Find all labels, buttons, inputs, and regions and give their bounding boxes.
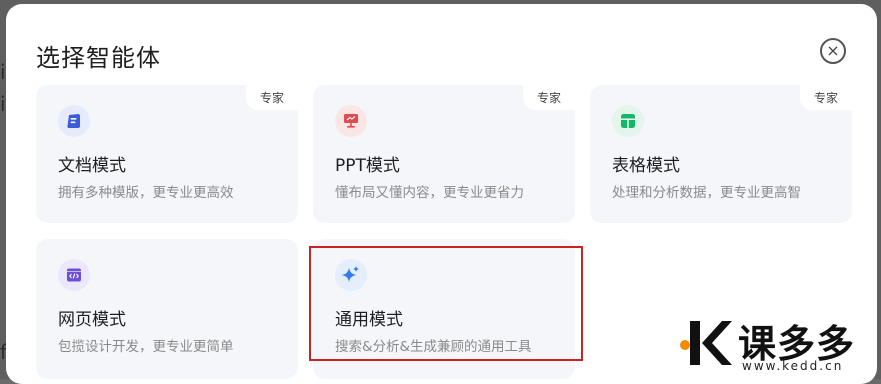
presentation-icon	[335, 105, 367, 137]
card-title: 表格模式	[612, 156, 680, 176]
close-icon: ×	[826, 41, 840, 60]
card-description: 拥有多种模版，更专业更高效	[58, 185, 234, 201]
table-icon	[612, 105, 644, 137]
expert-badge: 专家	[799, 85, 852, 110]
card-title: 网页模式	[58, 310, 126, 330]
card-description: 处理和分析数据，更专业更高智	[612, 185, 801, 201]
document-icon	[58, 105, 90, 137]
watermark-url: www.kedd.cn	[742, 359, 844, 373]
card-spreadsheet-mode[interactable]: 专家 表格模式 处理和分析数据，更专业更高智	[590, 85, 852, 223]
card-description: 包揽设计开发，更专业更简单	[58, 339, 234, 355]
webpage-code-icon	[58, 259, 90, 291]
background-text: i	[0, 92, 6, 116]
close-button[interactable]: ×	[820, 38, 846, 64]
card-webpage-mode[interactable]: 网页模式 包揽设计开发，更专业更简单	[36, 239, 298, 379]
brand-k-icon	[680, 321, 732, 365]
expert-badge: 专家	[245, 85, 298, 110]
watermark-logo: 课多多 www.kedd.cn	[680, 315, 876, 375]
expert-badge: 专家	[522, 85, 575, 110]
card-ppt-mode[interactable]: 专家 PPT模式 懂布局又懂内容，更专业更省力	[313, 85, 575, 223]
card-title: 文档模式	[58, 156, 126, 176]
dialog-title: 选择智能体	[36, 44, 161, 72]
card-description: 懂布局又懂内容，更专业更省力	[335, 185, 524, 201]
background-text: i	[0, 60, 6, 84]
card-title: PPT模式	[335, 156, 400, 176]
selection-highlight	[309, 246, 583, 361]
card-document-mode[interactable]: 专家 文档模式 拥有多种模版，更专业更高效	[36, 85, 298, 223]
